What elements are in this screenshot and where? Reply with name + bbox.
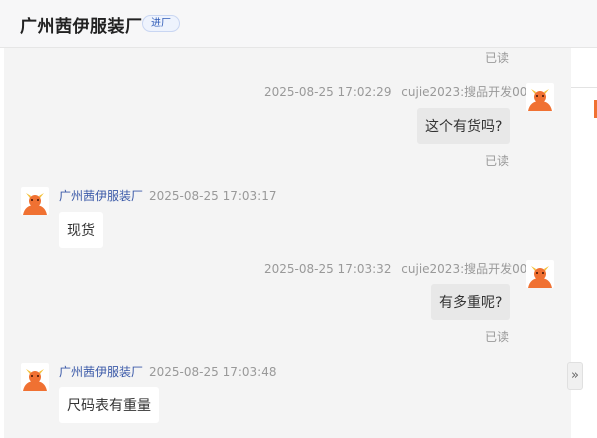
message-bubble[interactable]: 尺码表有重量 — [59, 387, 159, 423]
message-bubble[interactable]: 这个有货吗? — [417, 108, 511, 144]
sender-name[interactable]: 广州茜伊服装厂 — [59, 365, 143, 379]
read-status: 已读 — [485, 51, 510, 65]
message-meta: 2025-08-25 17:02:29 cujie2023:搜品开发007 — [264, 83, 535, 100]
message-bubble[interactable]: 有多重呢? — [431, 284, 511, 320]
sender-name[interactable]: 广州茜伊服装厂 — [59, 189, 143, 203]
sender-name: cujie2023:搜品开发007 — [401, 262, 536, 276]
sender-name: cujie2023:搜品开发007 — [401, 85, 536, 99]
side-panel-divider — [571, 87, 597, 88]
user-avatar-icon[interactable] — [526, 260, 554, 288]
user-avatar-icon[interactable] — [526, 83, 554, 111]
chat-header: 广州茜伊服装厂 进厂 — [0, 0, 597, 48]
factory-badge[interactable]: 进厂 — [142, 15, 180, 32]
contact-name: 广州茜伊服装厂 — [20, 17, 143, 37]
message-meta: 2025-08-25 17:03:32 cujie2023:搜品开发007 — [264, 260, 535, 277]
read-status: 已读 — [485, 154, 510, 168]
message-time: 2025-08-25 17:03:32 — [264, 262, 392, 276]
expand-panel-button[interactable]: » — [567, 362, 583, 390]
message-meta: 广州茜伊服装厂 2025-08-25 17:03:48 — [59, 363, 276, 380]
message-time: 2025-08-25 17:03:48 — [149, 365, 277, 379]
message-time: 2025-08-25 17:03:17 — [149, 189, 277, 203]
message-bubble[interactable]: 现货 — [59, 212, 103, 248]
contact-avatar-icon[interactable] — [21, 187, 49, 215]
message-meta: 广州茜伊服装厂 2025-08-25 17:03:17 — [59, 187, 276, 204]
message-list[interactable]: 已读 2025-08-25 17:02:29 cujie2023:搜品开发007… — [4, 48, 571, 438]
message-time: 2025-08-25 17:02:29 — [264, 85, 392, 99]
contact-avatar-icon[interactable] — [21, 363, 49, 391]
read-status: 已读 — [485, 330, 510, 344]
